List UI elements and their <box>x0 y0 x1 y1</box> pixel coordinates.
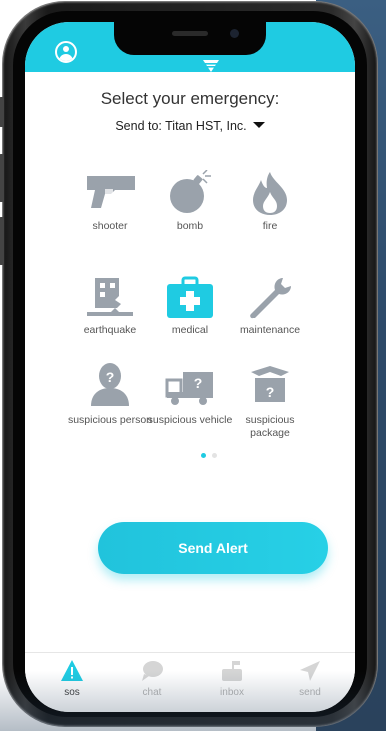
mute-switch <box>0 97 4 127</box>
svg-text:?: ? <box>194 375 203 391</box>
svg-text:?: ? <box>266 384 275 400</box>
svg-text:?: ? <box>106 369 115 385</box>
page-title: Select your emergency: <box>100 89 280 108</box>
fire-icon <box>253 172 287 215</box>
wrench-icon <box>250 278 291 319</box>
app-logo-icon <box>203 60 219 72</box>
volume-up-button <box>0 154 4 202</box>
send-alert-button[interactable]: Send Alert <box>98 522 328 574</box>
chevron-down-icon <box>252 122 265 128</box>
phone-frame: Select your emergency: Send to: Titan HS… <box>0 2 377 726</box>
app-screen: Select your emergency: Send to: Titan HS… <box>25 22 355 712</box>
suspicious-package-icon: ? <box>251 366 289 402</box>
bomb-icon <box>170 170 211 213</box>
volume-down-button <box>0 217 4 265</box>
phone-notch <box>114 22 266 55</box>
page-dot-active[interactable] <box>201 453 206 458</box>
suspicious-person-icon: ? <box>91 363 129 406</box>
medical-icon <box>167 276 213 318</box>
recipient-label: Send to: Titan HST, Inc. <box>115 119 247 133</box>
recipient-dropdown[interactable]: Send to: Titan HST, Inc. <box>25 119 355 133</box>
profile-icon[interactable] <box>55 41 77 63</box>
earthquake-icon <box>87 278 133 316</box>
background-shadow <box>0 671 386 731</box>
gun-icon <box>87 176 135 208</box>
page-dot[interactable] <box>212 453 217 458</box>
suspicious-vehicle-icon: ? <box>165 372 213 405</box>
